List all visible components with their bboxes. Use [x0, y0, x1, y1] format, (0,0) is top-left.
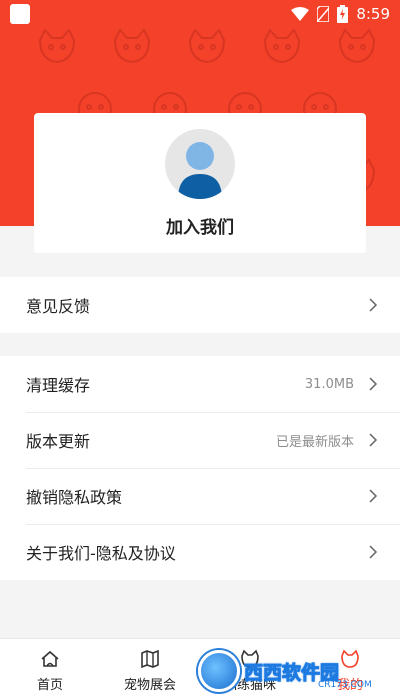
row-feedback[interactable]: 意见反馈 — [0, 277, 400, 333]
notification-icon — [10, 4, 30, 24]
home-icon — [41, 650, 59, 667]
row-revoke-privacy[interactable]: 撤销隐私政策 — [0, 468, 400, 524]
watermark-logo: 西西软件园 CR173.COM — [198, 648, 382, 694]
tab-home[interactable]: 首页 — [0, 639, 100, 700]
row-clear-cache-label: 清理缓存 — [26, 376, 91, 395]
status-time: 8:59 — [356, 5, 390, 23]
chevron-right-icon — [369, 377, 378, 391]
chevron-right-icon — [369, 298, 378, 312]
row-revoke-privacy-label: 撤销隐私政策 — [26, 488, 123, 507]
wifi-icon — [291, 7, 310, 21]
profile-card[interactable]: 加入我们 — [34, 113, 366, 253]
chevron-right-icon — [369, 433, 378, 447]
row-about-us[interactable]: 关于我们-隐私及协议 — [0, 524, 400, 580]
no-sim-icon — [317, 6, 330, 22]
row-feedback-label: 意见反馈 — [26, 297, 91, 316]
user-avatar-icon — [178, 142, 222, 199]
settings-section: 清理缓存 31.0MB 版本更新 已是最新版本 撤销隐私政策 关于我们-隐私及协… — [0, 356, 400, 580]
avatar[interactable] — [165, 129, 235, 199]
row-version-update-label: 版本更新 — [26, 432, 91, 451]
chevron-right-icon — [369, 545, 378, 559]
tab-pet-expo[interactable]: 宠物展会 — [100, 639, 200, 700]
row-about-us-label: 关于我们-隐私及协议 — [26, 544, 176, 563]
battery-charging-icon — [337, 5, 349, 23]
row-clear-cache[interactable]: 清理缓存 31.0MB — [0, 356, 400, 412]
watermark-domain-text: CR173.COM — [318, 680, 372, 690]
map-icon — [141, 649, 159, 669]
row-version-update[interactable]: 版本更新 已是最新版本 — [0, 412, 400, 468]
feedback-section: 意见反馈 — [0, 277, 400, 333]
tab-home-label: 首页 — [36, 678, 63, 693]
status-bar: 8:59 — [0, 0, 400, 28]
cache-size-value: 31.0MB — [304, 376, 354, 392]
join-us-label[interactable]: 加入我们 — [166, 213, 234, 238]
watermark-globe-icon — [198, 650, 240, 692]
chevron-right-icon — [369, 489, 378, 503]
tab-pet-expo-label: 宠物展会 — [123, 678, 176, 693]
version-status-value: 已是最新版本 — [275, 434, 354, 450]
